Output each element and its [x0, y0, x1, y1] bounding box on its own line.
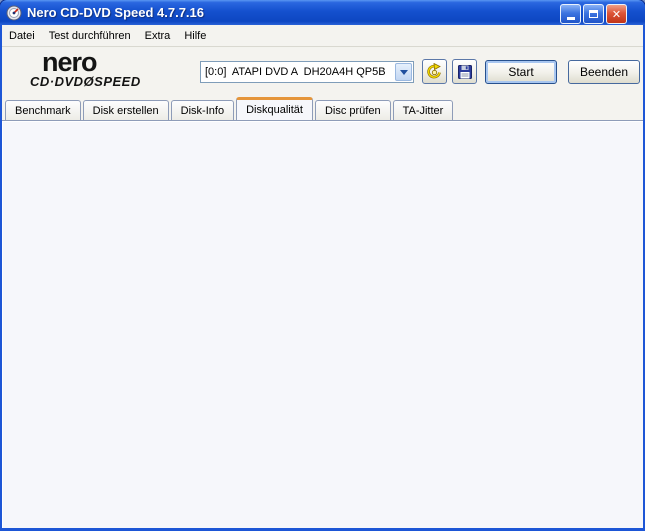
close-button[interactable]: ✕ — [606, 4, 627, 24]
minimize-button[interactable] — [560, 4, 581, 24]
nero-logo-text: nero — [42, 47, 98, 77]
titlebar[interactable]: Nero CD-DVD Speed 4.7.7.16 ✕ — [0, 0, 645, 25]
menu-datei[interactable]: Datei — [2, 25, 42, 46]
tab-strip: Benchmark Disk erstellen Disk-Info Diskq… — [2, 97, 643, 120]
maximize-icon — [589, 10, 598, 18]
start-button[interactable]: Start — [485, 60, 557, 84]
menu-bar: Datei Test durchführen Extra Hilfe — [2, 25, 643, 47]
drive-select[interactable]: [0:0] ATAPI DVD A DH20A4H QP5B — [200, 61, 414, 83]
cddvdspeed-logo-text: CD·DVDØSPEED — [30, 74, 141, 89]
disc-hand-icon — [427, 63, 441, 79]
tab-disc-pruefen[interactable]: Disc prüfen — [314, 100, 391, 120]
beenden-button[interactable]: Beenden — [568, 60, 640, 84]
tab-benchmark[interactable]: Benchmark — [5, 100, 81, 120]
window-title: Nero CD-DVD Speed 4.7.7.16 — [27, 5, 205, 20]
disc-tools-button[interactable] — [422, 59, 447, 84]
floppy-save-icon — [457, 64, 472, 79]
app-icon — [6, 5, 22, 20]
toolbar: nero CD·DVDØSPEED [0:0] ATAPI DVD A DH20… — [2, 48, 643, 97]
minimize-icon — [566, 17, 575, 20]
close-icon: ✕ — [611, 8, 622, 21]
menu-hilfe[interactable]: Hilfe — [177, 25, 213, 46]
menu-extra[interactable]: Extra — [138, 25, 178, 46]
app-window: Nero CD-DVD Speed 4.7.7.16 ✕ Datei Test … — [0, 0, 645, 531]
maximize-button[interactable] — [583, 4, 604, 24]
save-button[interactable] — [452, 59, 477, 84]
diskqualitaet-page — [2, 120, 643, 528]
menu-test-durchfuehren[interactable]: Test durchführen — [42, 25, 138, 46]
tab-disk-info[interactable]: Disk-Info — [170, 100, 235, 120]
drive-select-value: [0:0] ATAPI DVD A DH20A4H QP5B — [205, 66, 386, 78]
tab-ta-jitter[interactable]: TA-Jitter — [392, 100, 454, 120]
drive-select-arrow[interactable] — [395, 63, 412, 81]
nero-logo: nero CD·DVDØSPEED — [30, 47, 190, 90]
chevron-down-icon — [399, 69, 408, 75]
tab-diskqualitaet[interactable]: Diskqualität — [236, 97, 313, 120]
tab-disk-erstellen[interactable]: Disk erstellen — [82, 100, 169, 120]
